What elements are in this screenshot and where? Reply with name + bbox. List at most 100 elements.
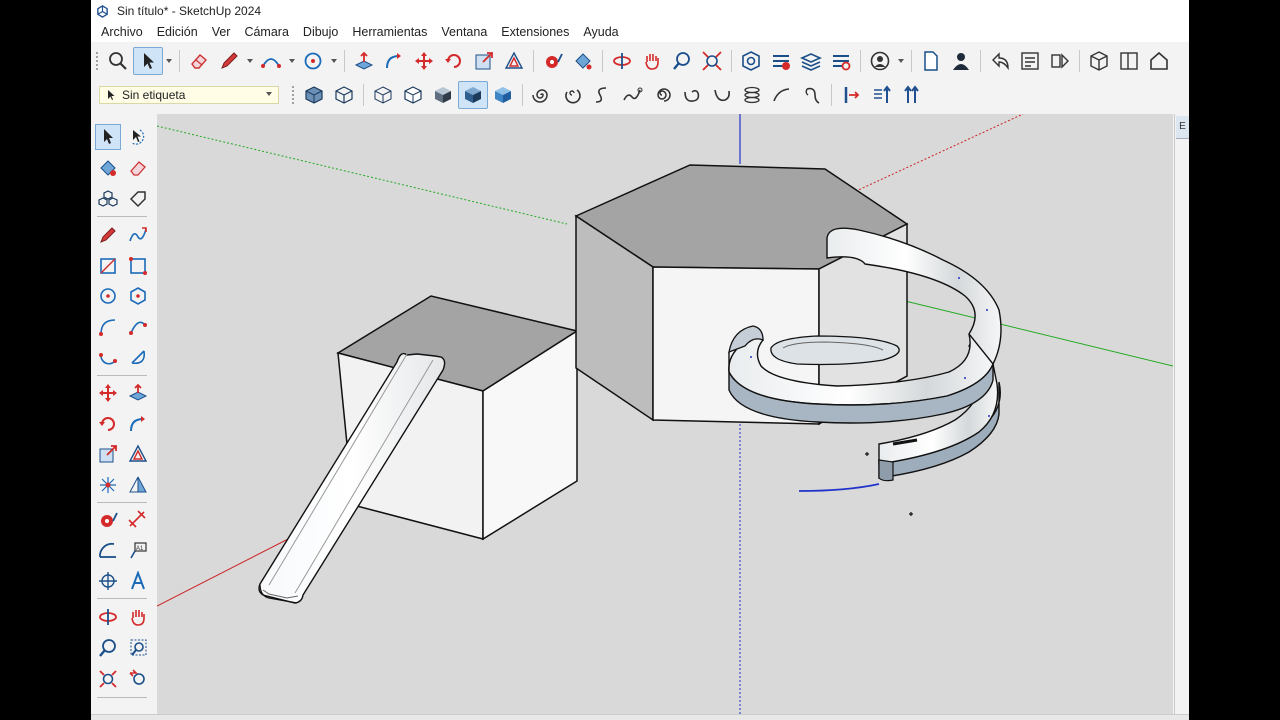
spiral-tool-4[interactable] bbox=[617, 81, 647, 109]
circle-dropdown[interactable] bbox=[328, 47, 340, 75]
tag-selector[interactable]: Sin etiqueta bbox=[99, 86, 279, 104]
rotate-tool-button[interactable] bbox=[439, 47, 469, 75]
offset-tool-button[interactable] bbox=[499, 47, 529, 75]
flip-tool[interactable] bbox=[125, 472, 151, 498]
arc-tool-button[interactable] bbox=[256, 47, 286, 75]
shaded-style-button[interactable] bbox=[428, 81, 458, 109]
search-button[interactable] bbox=[103, 47, 133, 75]
orbit-button[interactable] bbox=[607, 47, 637, 75]
warehouse-home-button[interactable] bbox=[1144, 47, 1174, 75]
select-dropdown[interactable] bbox=[163, 47, 175, 75]
polygon-tool[interactable] bbox=[125, 283, 151, 309]
spiral-tool-6[interactable] bbox=[677, 81, 707, 109]
spiral-tool-9[interactable] bbox=[767, 81, 797, 109]
follow-me-tool[interactable] bbox=[125, 411, 151, 437]
orbit-tool[interactable] bbox=[95, 604, 121, 630]
shaded-textures-style-button[interactable] bbox=[458, 81, 488, 109]
components-button[interactable] bbox=[1084, 47, 1114, 75]
menu-ver[interactable]: Ver bbox=[205, 25, 238, 39]
line-tool[interactable] bbox=[95, 222, 121, 248]
axes-tool[interactable] bbox=[95, 568, 121, 594]
extension-manager-button[interactable] bbox=[826, 47, 856, 75]
menu-camara[interactable]: Cámara bbox=[237, 25, 295, 39]
tag-tool[interactable] bbox=[125, 186, 151, 212]
account-button[interactable] bbox=[865, 47, 895, 75]
lasso-select-tool[interactable] bbox=[125, 124, 151, 150]
scale-tool[interactable] bbox=[95, 441, 121, 467]
tape-measure-button[interactable] bbox=[538, 47, 568, 75]
scenes-button[interactable] bbox=[1045, 47, 1075, 75]
layers-button[interactable] bbox=[796, 47, 826, 75]
tape-measure-tool[interactable] bbox=[95, 507, 121, 533]
spiral-tool-2[interactable] bbox=[557, 81, 587, 109]
offset-tool[interactable] bbox=[125, 441, 151, 467]
arc-dropdown[interactable] bbox=[286, 47, 298, 75]
xray-style-button[interactable] bbox=[299, 81, 329, 109]
rotate-tool[interactable] bbox=[95, 411, 121, 437]
two-point-arc-tool[interactable] bbox=[125, 314, 151, 340]
previous-view-tool[interactable] bbox=[125, 666, 151, 692]
paint-bucket-button[interactable] bbox=[568, 47, 598, 75]
spiral-tool-5[interactable] bbox=[647, 81, 677, 109]
align-tool-2[interactable] bbox=[866, 81, 896, 109]
tray-tab[interactable]: E bbox=[1176, 116, 1189, 139]
zoom-window-tool[interactable] bbox=[125, 635, 151, 661]
zoom-button[interactable] bbox=[667, 47, 697, 75]
profile-button[interactable] bbox=[946, 47, 976, 75]
account-dropdown[interactable] bbox=[895, 47, 907, 75]
dimension-tool[interactable] bbox=[125, 507, 151, 533]
new-file-button[interactable] bbox=[916, 47, 946, 75]
spiral-tool-1[interactable] bbox=[527, 81, 557, 109]
zoom-tool[interactable] bbox=[95, 635, 121, 661]
back-edges-style-button[interactable] bbox=[329, 81, 359, 109]
line-tool-button[interactable] bbox=[214, 47, 244, 75]
arc-tool[interactable] bbox=[95, 314, 121, 340]
solid-tools[interactable] bbox=[95, 472, 121, 498]
spiral-tool-3[interactable] bbox=[587, 81, 617, 109]
rectangle-tool[interactable] bbox=[95, 253, 121, 279]
spiral-tool-7[interactable] bbox=[707, 81, 737, 109]
styles-button[interactable] bbox=[1114, 47, 1144, 75]
freehand-tool[interactable] bbox=[125, 222, 151, 248]
circle-tool-button[interactable] bbox=[298, 47, 328, 75]
menu-herramientas[interactable]: Herramientas bbox=[345, 25, 434, 39]
spiral-tool-10[interactable] bbox=[797, 81, 827, 109]
line-dropdown[interactable] bbox=[244, 47, 256, 75]
move-tool[interactable] bbox=[95, 380, 121, 406]
paint-bucket-tool[interactable] bbox=[95, 155, 121, 181]
hidden-line-style-button[interactable] bbox=[398, 81, 428, 109]
eraser-button[interactable] bbox=[184, 47, 214, 75]
circle-tool[interactable] bbox=[95, 283, 121, 309]
warehouse-button[interactable] bbox=[736, 47, 766, 75]
three-point-arc-tool[interactable] bbox=[95, 344, 121, 370]
rotated-rectangle-tool[interactable] bbox=[125, 253, 151, 279]
push-pull-button[interactable] bbox=[349, 47, 379, 75]
text-tool[interactable]: A1 bbox=[125, 538, 151, 564]
wireframe-style-button[interactable] bbox=[368, 81, 398, 109]
select-tool[interactable] bbox=[95, 124, 121, 150]
model-viewport[interactable] bbox=[157, 114, 1173, 714]
pan-button[interactable] bbox=[637, 47, 667, 75]
make-component-tool[interactable] bbox=[95, 186, 121, 212]
pie-tool[interactable] bbox=[125, 344, 151, 370]
zoom-extents-tool[interactable] bbox=[95, 666, 121, 692]
protractor-tool[interactable] bbox=[95, 538, 121, 564]
extension-warehouse-button[interactable] bbox=[766, 47, 796, 75]
menu-edicion[interactable]: Edición bbox=[150, 25, 205, 39]
menu-dibujo[interactable]: Dibujo bbox=[296, 25, 345, 39]
undo-button[interactable] bbox=[985, 47, 1015, 75]
pan-tool[interactable] bbox=[125, 604, 151, 630]
follow-me-button[interactable] bbox=[379, 47, 409, 75]
menu-archivo[interactable]: Archivo bbox=[91, 25, 150, 39]
scale-tool-button[interactable] bbox=[469, 47, 499, 75]
push-pull-tool[interactable] bbox=[125, 380, 151, 406]
menu-extensiones[interactable]: Extensiones bbox=[494, 25, 576, 39]
zoom-extents-button[interactable] bbox=[697, 47, 727, 75]
align-tool-3[interactable] bbox=[896, 81, 926, 109]
spiral-tool-8[interactable] bbox=[737, 81, 767, 109]
3d-text-tool[interactable] bbox=[125, 568, 151, 594]
align-tool-1[interactable] bbox=[836, 81, 866, 109]
move-tool-button[interactable] bbox=[409, 47, 439, 75]
monochrome-style-button[interactable] bbox=[488, 81, 518, 109]
menu-ventana[interactable]: Ventana bbox=[434, 25, 494, 39]
